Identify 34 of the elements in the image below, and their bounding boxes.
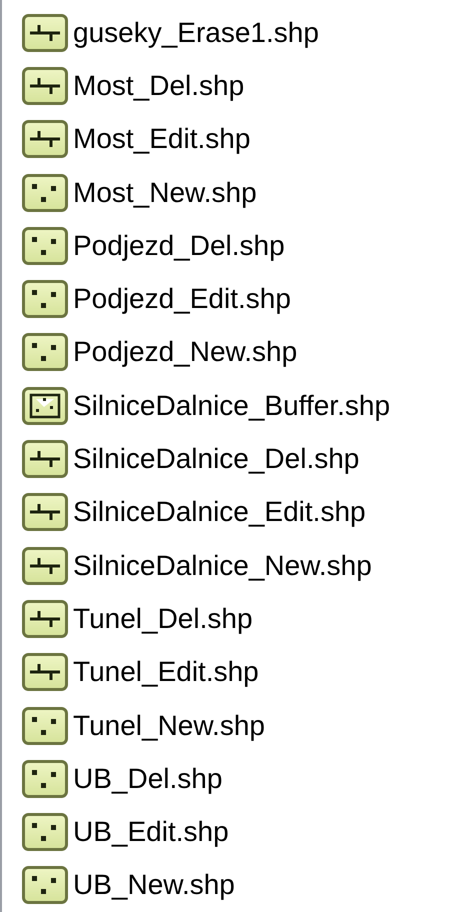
line-layer-icon — [22, 66, 68, 105]
file-name[interactable]: Podjezd_Del.shp — [73, 232, 285, 260]
line-layer-icon — [22, 600, 68, 638]
polygon-layer-icon — [22, 386, 68, 425]
file-name[interactable]: SilniceDalnice_Edit.shp — [73, 498, 366, 526]
file-name[interactable]: Most_New.shp — [73, 178, 257, 207]
point-layer-icon — [22, 280, 68, 318]
file-name[interactable]: SilniceDalnice_New.shp — [73, 552, 372, 580]
file-name[interactable]: UB_Edit.shp — [73, 818, 229, 846]
line-layer-icon — [22, 653, 68, 692]
point-layer-icon — [22, 866, 68, 904]
point-layer-icon — [22, 333, 68, 372]
point-layer-icon — [22, 226, 68, 265]
file-name[interactable]: Tunel_Edit.shp — [73, 658, 259, 686]
file-name[interactable]: Podjezd_Edit.shp — [73, 285, 291, 314]
point-layer-icon — [22, 813, 68, 852]
line-layer-icon — [22, 14, 68, 52]
file-name[interactable]: guseky_Erase1.shp — [73, 18, 319, 47]
file-name[interactable]: SilniceDalnice_Buffer.shp — [73, 392, 390, 420]
file-name[interactable]: Tunel_Del.shp — [73, 604, 253, 633]
file-name[interactable]: Most_Edit.shp — [73, 125, 250, 154]
line-layer-icon — [22, 493, 68, 532]
point-layer-icon — [22, 706, 68, 744]
line-layer-icon — [22, 440, 68, 478]
file-name[interactable]: Tunel_New.shp — [73, 712, 265, 740]
file-name[interactable]: UB_Del.shp — [73, 764, 222, 793]
file-name[interactable]: UB_New.shp — [73, 871, 235, 900]
point-layer-icon — [22, 174, 68, 212]
point-layer-icon — [22, 760, 68, 798]
line-layer-icon — [22, 120, 68, 158]
line-layer-icon — [22, 546, 68, 585]
file-name[interactable]: SilniceDalnice_Del.shp — [73, 445, 360, 474]
file-name[interactable]: Podjezd_New.shp — [73, 338, 298, 366]
file-name[interactable]: Most_Del.shp — [73, 72, 244, 100]
